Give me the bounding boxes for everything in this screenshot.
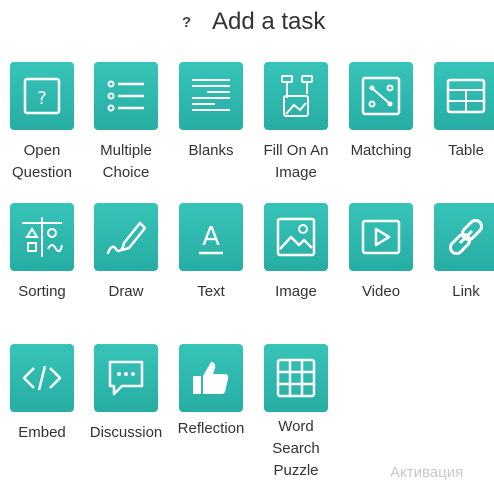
pencil-icon <box>106 221 147 255</box>
matching-label: Matching <box>350 142 412 159</box>
matching-icon <box>361 76 401 116</box>
discussion-label: Discussion <box>89 424 163 441</box>
multiple-choice-tile[interactable] <box>94 62 158 130</box>
video-tile[interactable] <box>349 203 413 271</box>
image-label: Image <box>275 283 317 300</box>
sorting-icon <box>22 217 63 257</box>
blanks-label: Blanks <box>188 142 234 159</box>
embed-tile[interactable] <box>10 344 74 412</box>
help-icon[interactable]: ? <box>182 14 191 31</box>
chat-bubble-icon <box>108 360 144 396</box>
table-label: Table <box>448 142 484 159</box>
word-search-puzzle-label: Word Search Puzzle <box>272 418 320 479</box>
blanks-tile[interactable] <box>179 62 243 130</box>
word-search-puzzle-tile[interactable] <box>264 344 328 412</box>
discussion-tile[interactable] <box>94 344 158 412</box>
thumbs-up-icon <box>193 362 229 394</box>
link-icon <box>448 218 484 256</box>
fill-image-icon <box>281 75 313 117</box>
grid-icon <box>276 358 316 398</box>
svg-text:?: ? <box>37 88 47 109</box>
activation-watermark: Активация <box>390 464 464 481</box>
page-title: Add a task <box>212 8 326 35</box>
video-icon <box>361 219 401 255</box>
reflection-tile[interactable] <box>179 344 243 412</box>
table-tile[interactable] <box>434 62 494 130</box>
sorting-label: Sorting <box>18 283 66 300</box>
sorting-tile[interactable] <box>10 203 74 271</box>
draw-tile[interactable] <box>94 203 158 271</box>
list-icon <box>107 80 144 112</box>
link-tile[interactable] <box>434 203 494 271</box>
text-label: Text <box>197 283 225 300</box>
svg-text:A: A <box>202 222 220 252</box>
fill-on-an-image-label: Fill On An Image <box>263 142 329 181</box>
image-tile[interactable] <box>264 203 328 271</box>
text-tile[interactable]: A <box>179 203 243 271</box>
video-label: Video <box>361 283 401 300</box>
table-icon <box>446 78 486 114</box>
matching-tile[interactable] <box>349 62 413 130</box>
image-icon <box>276 217 316 257</box>
fill-on-an-image-tile[interactable] <box>264 62 328 130</box>
code-icon <box>22 365 62 391</box>
embed-label: Embed <box>18 424 66 441</box>
multiple-choice-label: Multiple Choice <box>100 142 152 181</box>
blanks-icon <box>192 79 230 111</box>
reflection-label: Reflection <box>177 420 245 437</box>
open-question-label: Open Question <box>11 142 73 181</box>
draw-label: Draw <box>108 283 144 300</box>
header: ? Add a task <box>0 8 494 36</box>
open-question-tile[interactable]: ? <box>10 62 74 130</box>
text-icon: A <box>199 222 223 255</box>
question-box-icon: ? <box>23 77 61 115</box>
link-label: Link <box>452 283 480 300</box>
